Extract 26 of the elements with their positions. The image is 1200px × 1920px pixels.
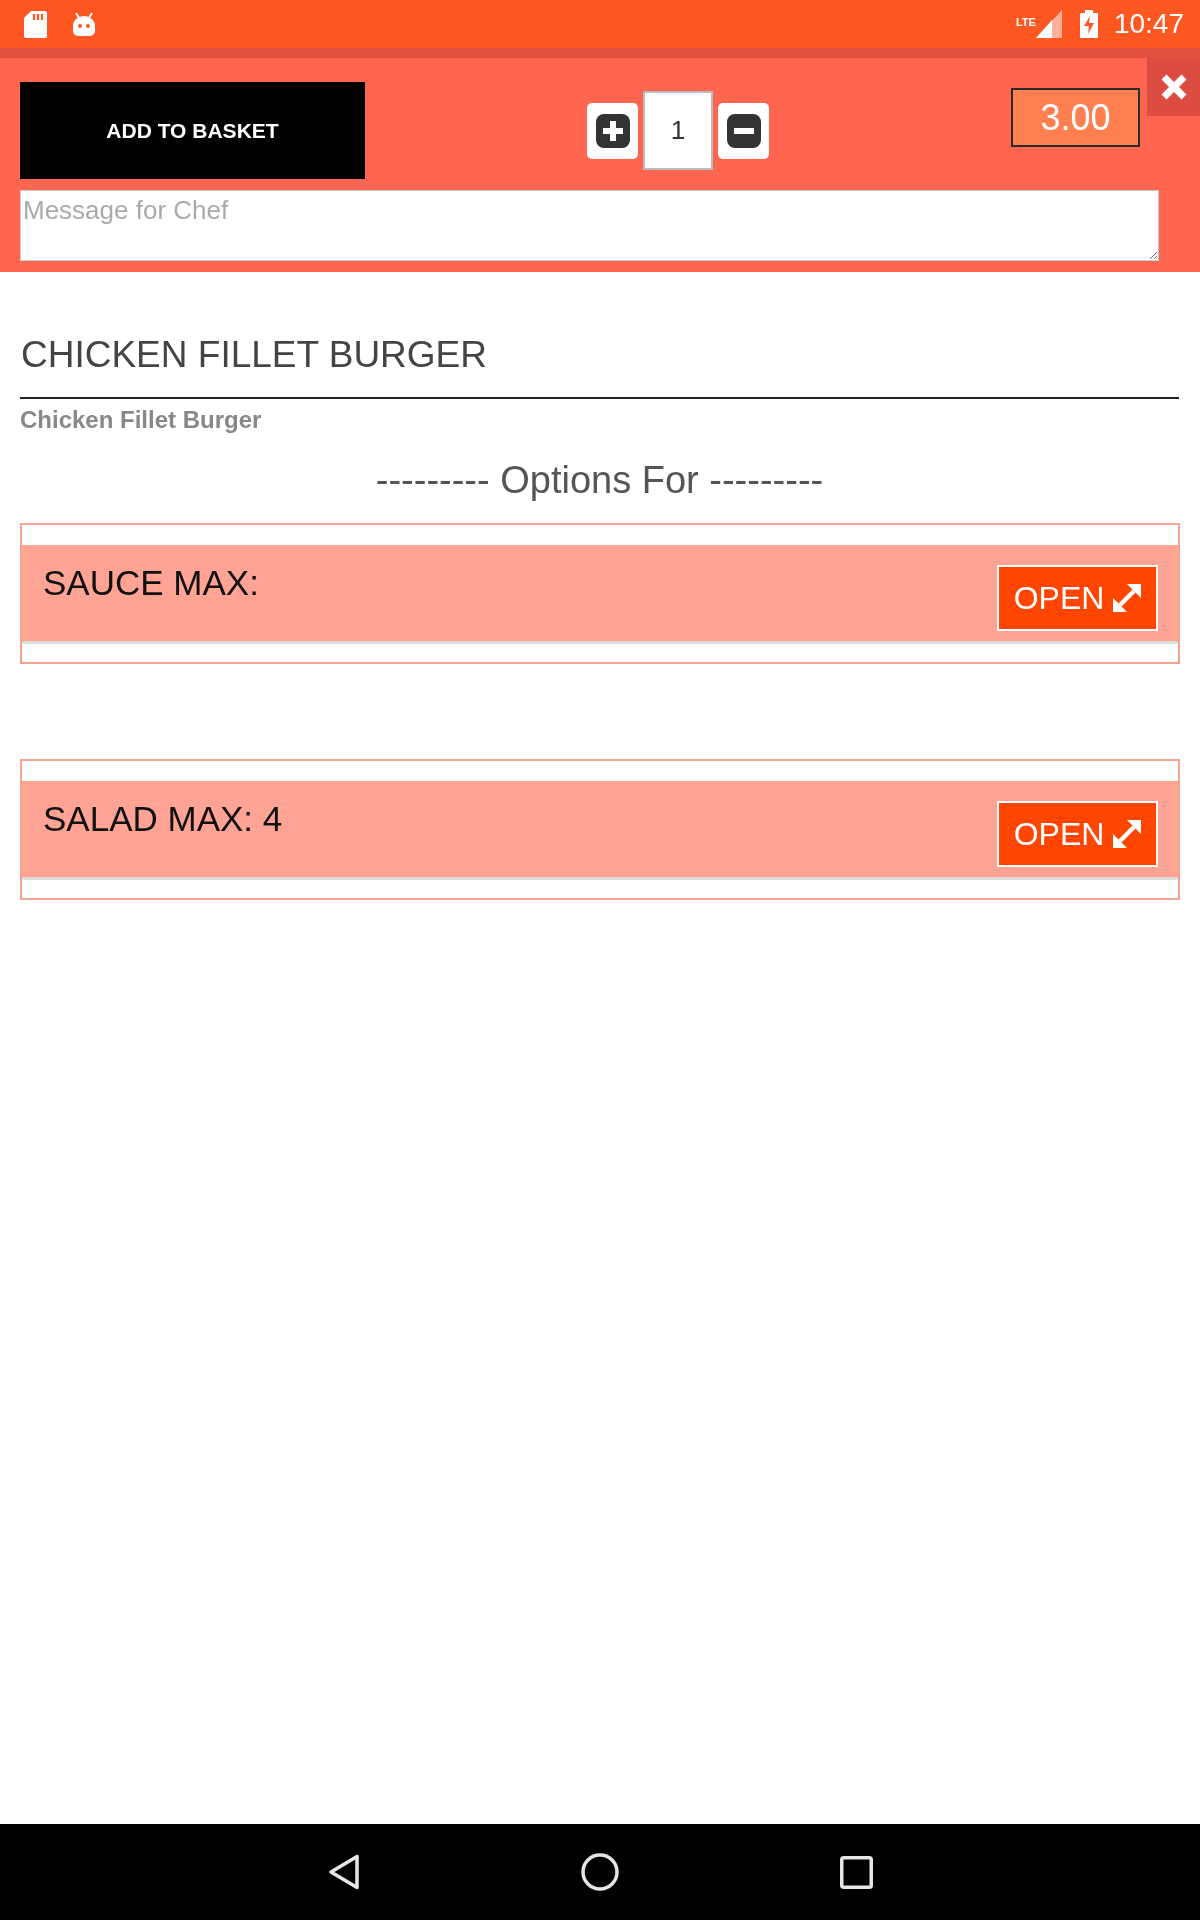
minus-icon — [726, 113, 761, 148]
expand-icon — [1113, 820, 1142, 848]
add-to-basket-button[interactable]: ADD TO BASKET — [20, 82, 365, 179]
product-title: CHICKEN FILLET BURGER — [21, 333, 488, 377]
home-icon[interactable] — [581, 1853, 619, 1891]
expand-icon — [1113, 584, 1142, 612]
quantity-field[interactable]: 1 — [643, 91, 713, 170]
close-icon — [1160, 74, 1187, 100]
back-icon[interactable] — [328, 1853, 360, 1891]
decrease-button[interactable] — [718, 102, 769, 159]
plus-icon — [595, 113, 630, 148]
increase-button[interactable] — [587, 102, 638, 159]
robot-head-icon — [72, 12, 96, 36]
message-field[interactable]: Message for Chef — [20, 190, 1159, 261]
price-display: 3.00 — [1011, 88, 1140, 147]
close-button[interactable] — [1147, 58, 1200, 116]
option-label: SALAD MAX: 4 — [43, 798, 283, 840]
recents-icon[interactable] — [839, 1855, 873, 1889]
network-type-label: LTE — [1015, 17, 1036, 28]
sd-card-icon — [24, 10, 47, 38]
options-heading: --------- Options For --------- — [375, 458, 824, 503]
product-description: Chicken Fillet Burger — [20, 405, 262, 434]
signal-icon — [1035, 10, 1062, 38]
battery-charging-icon — [1079, 10, 1098, 38]
clock-time: 10:47 — [1113, 8, 1184, 40]
option-label: SAUCE MAX: — [43, 562, 259, 604]
